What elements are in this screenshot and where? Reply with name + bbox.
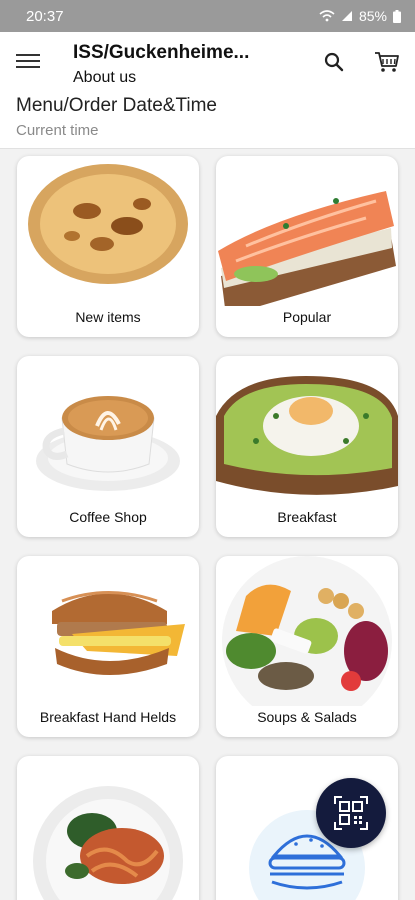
quiche-image bbox=[28, 164, 188, 284]
qr-scan-button[interactable] bbox=[316, 778, 386, 848]
category-label: New items bbox=[75, 309, 141, 325]
salad-bowl-image bbox=[222, 556, 392, 706]
hamburger-menu-icon[interactable] bbox=[16, 50, 40, 70]
avocado-toast-image bbox=[216, 376, 398, 495]
status-time: 20:37 bbox=[26, 7, 64, 25]
pasta-plate-image bbox=[33, 786, 183, 900]
qr-code-icon bbox=[334, 796, 368, 830]
category-breakfast[interactable]: Breakfast bbox=[216, 356, 398, 537]
category-new-items[interactable]: New items bbox=[17, 156, 199, 337]
page-title: ISS/Guckenheime... bbox=[73, 42, 250, 63]
category-label: Soups & Salads bbox=[257, 709, 357, 725]
category-breakfast-hand-helds[interactable]: Breakfast Hand Helds bbox=[17, 556, 199, 737]
status-bar: 20:37 85% bbox=[0, 0, 415, 32]
wifi-icon bbox=[319, 10, 335, 22]
signal-icon bbox=[341, 11, 352, 21]
category-tile-7[interactable] bbox=[17, 756, 199, 900]
latte-image bbox=[36, 396, 180, 491]
category-coffee-shop[interactable]: Coffee Shop bbox=[17, 356, 199, 537]
category-label: Breakfast Hand Helds bbox=[39, 709, 177, 725]
order-datetime-value: Current time bbox=[16, 122, 99, 139]
category-label: Breakfast bbox=[277, 509, 337, 525]
category-label: Popular bbox=[282, 309, 332, 325]
category-label: Coffee Shop bbox=[69, 509, 147, 525]
cart-icon[interactable] bbox=[372, 46, 402, 76]
order-datetime-bar[interactable]: Menu/Order Date&Time Current time bbox=[0, 90, 415, 149]
category-popular[interactable]: Popular bbox=[216, 156, 398, 337]
battery-icon bbox=[393, 9, 401, 23]
breakfast-sandwich-image bbox=[52, 591, 185, 675]
about-us-link[interactable]: About us bbox=[73, 69, 136, 87]
order-datetime-title: Menu/Order Date&Time bbox=[16, 95, 217, 116]
app-bar: ISS/Guckenheime... About us bbox=[0, 32, 415, 91]
category-soups-salads[interactable]: Soups & Salads bbox=[216, 556, 398, 737]
battery-percent: 85% bbox=[358, 8, 387, 24]
search-icon[interactable] bbox=[322, 50, 346, 74]
salmon-toast-image bbox=[218, 191, 396, 306]
